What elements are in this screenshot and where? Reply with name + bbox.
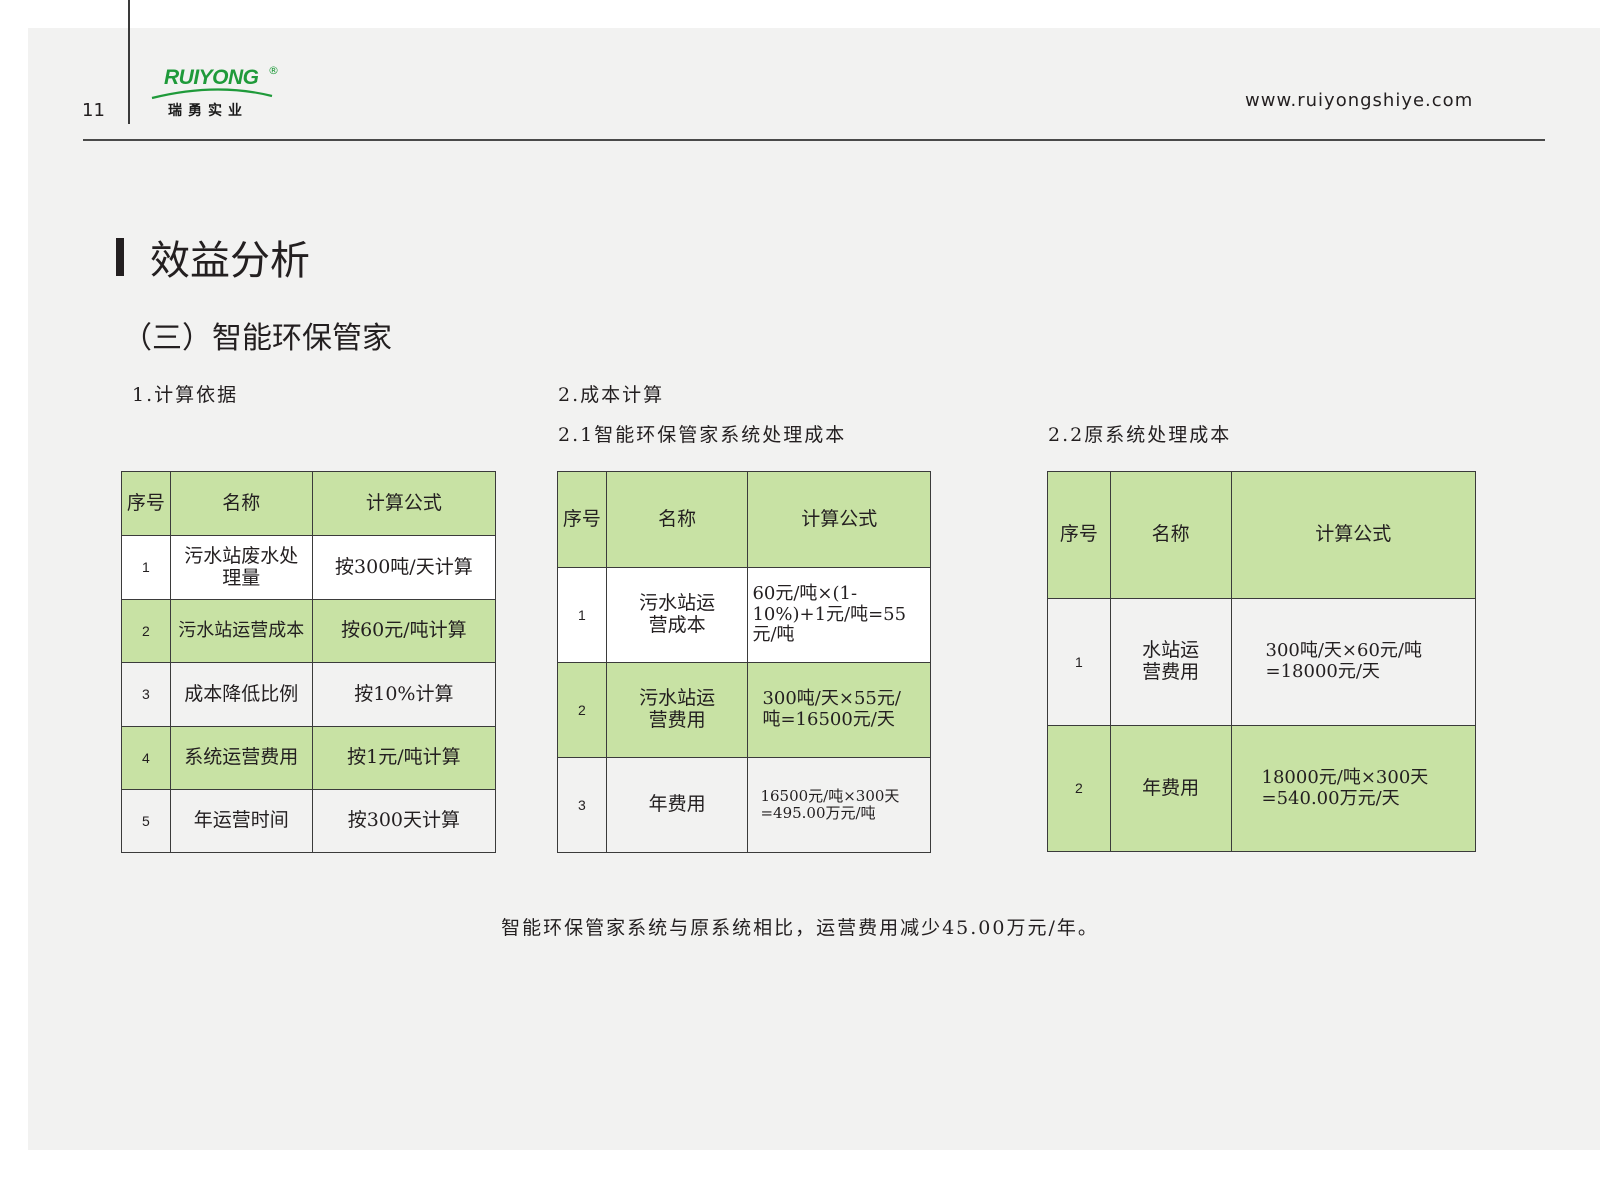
header-cell: 计算公式 [311, 471, 497, 536]
row-number: 5 [121, 789, 171, 853]
table-row: 3 年费用 16500元/吨×300天=495.00万元/吨 [557, 757, 931, 853]
row-formula: 按10%计算 [311, 662, 497, 727]
row-name: 年费用 [1109, 725, 1232, 852]
row-number: 1 [1047, 598, 1111, 726]
header-cell: 序号 [121, 471, 171, 536]
header-cell: 序号 [1047, 471, 1111, 599]
page-number: 11 [82, 100, 105, 121]
logo-swoosh-icon [151, 88, 273, 100]
row-name: 系统运营费用 [169, 726, 313, 790]
row-number: 2 [557, 662, 607, 758]
row-name: 成本降低比例 [169, 662, 313, 727]
row-formula: 按300吨/天计算 [311, 535, 497, 600]
table-header-row: 序号 名称 计算公式 [557, 471, 931, 568]
page-title: 效益分析 [150, 238, 310, 284]
section2-2-label: 2.2原系统处理成本 [1048, 424, 1232, 446]
row-number: 3 [557, 757, 607, 853]
header-rule [83, 139, 1545, 141]
smart-cost-table: 序号 名称 计算公式 1 污水站运营成本 60元/吨×(1-10%)+1元/吨=… [557, 471, 931, 853]
header-cell: 计算公式 [747, 471, 931, 568]
row-number: 2 [1047, 725, 1111, 852]
row-number: 1 [557, 567, 607, 663]
row-formula: 60元/吨×(1-10%)+1元/吨=55元/吨 [747, 567, 931, 663]
summary-text: 智能环保管家系统与原系统相比，运营费用减少45.00万元/年。 [501, 917, 1099, 939]
row-formula: 16500元/吨×300天=495.00万元/吨 [747, 757, 931, 853]
row-formula: 按300天计算 [311, 789, 497, 853]
original-cost-table: 序号 名称 计算公式 1 水站运营费用 300吨/天×60元/吨=18000元/… [1047, 471, 1477, 852]
table-row: 5 年运营时间 按300天计算 [121, 789, 497, 853]
row-number: 3 [121, 662, 171, 727]
row-name: 污水站运营成本 [605, 567, 749, 663]
table-header-row: 序号 名称 计算公式 [1047, 471, 1477, 599]
section-subtitle: （三）智能环保管家 [122, 321, 392, 356]
row-number: 1 [121, 535, 171, 600]
row-name: 水站运营费用 [1109, 598, 1232, 726]
row-name: 污水站废水处理量 [169, 535, 313, 600]
row-number: 4 [121, 726, 171, 790]
basis-table: 序号 名称 计算公式 1 污水站废水处理量 按300吨/天计算 2 污水站运营成… [121, 471, 497, 853]
row-name: 年费用 [605, 757, 749, 853]
header-cell: 序号 [557, 471, 607, 568]
header-cell: 名称 [605, 471, 749, 568]
row-formula: 300吨/天×55元/吨=16500元/天 [747, 662, 931, 758]
section1-label: 1.计算依据 [132, 384, 239, 406]
title-marker [116, 238, 124, 276]
table-row: 1 污水站运营成本 60元/吨×(1-10%)+1元/吨=55元/吨 [557, 567, 931, 663]
row-name: 污水站运营费用 [605, 662, 749, 758]
table-row: 4 系统运营费用 按1元/吨计算 [121, 726, 497, 790]
row-formula: 按1元/吨计算 [311, 726, 497, 790]
logo-text-cn: 瑞勇实业 [168, 103, 248, 119]
row-name: 年运营时间 [169, 789, 313, 853]
table-row: 3 成本降低比例 按10%计算 [121, 662, 497, 727]
table-row: 1 水站运营费用 300吨/天×60元/吨=18000元/天 [1047, 598, 1477, 726]
table-row: 2 污水站运营成本 按60元/吨计算 [121, 599, 497, 663]
table-row: 2 年费用 18000元/吨×300天=540.00万元/天 [1047, 725, 1477, 852]
section2-1-label: 2.1智能环保管家系统处理成本 [558, 424, 847, 446]
row-number: 2 [121, 599, 171, 663]
row-formula: 300吨/天×60元/吨=18000元/天 [1230, 598, 1477, 726]
section2-label: 2.成本计算 [558, 384, 665, 406]
header-cell: 计算公式 [1230, 471, 1477, 599]
header-cell: 名称 [1109, 471, 1232, 599]
row-formula: 18000元/吨×300天=540.00万元/天 [1230, 725, 1477, 852]
table-header-row: 序号 名称 计算公式 [121, 471, 497, 536]
header-vertical-rule [128, 0, 130, 124]
header-cell: 名称 [169, 471, 313, 536]
row-formula: 按60元/吨计算 [311, 599, 497, 663]
table-row: 1 污水站废水处理量 按300吨/天计算 [121, 535, 497, 600]
registered-mark: ® [268, 64, 279, 77]
row-name: 污水站运营成本 [169, 599, 313, 663]
website-url[interactable]: www.ruiyongshiye.com [1245, 90, 1473, 111]
company-logo: RUIYONG ® 瑞勇实业 [150, 62, 282, 122]
table-row: 2 污水站运营费用 300吨/天×55元/吨=16500元/天 [557, 662, 931, 758]
